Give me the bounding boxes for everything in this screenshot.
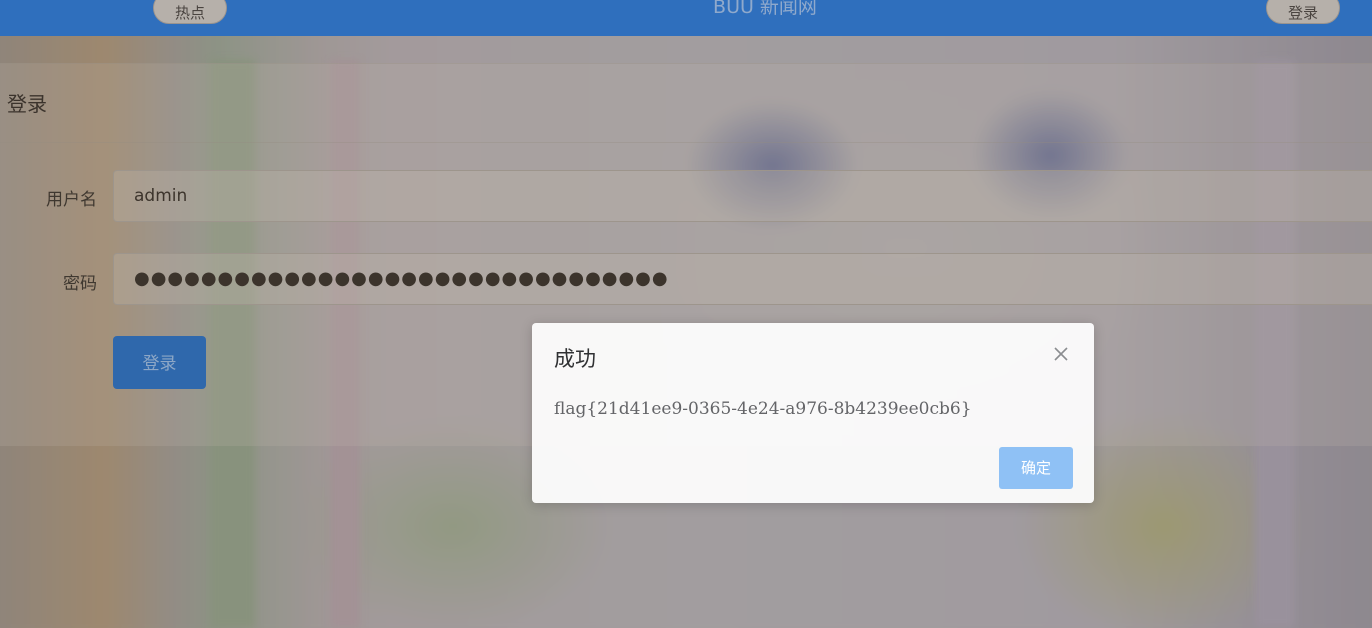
dialog-message: flag{21d41ee9-0365-4e24-a976-8b4239ee0cb… — [554, 399, 972, 419]
hot-button[interactable]: 热点 — [153, 0, 227, 24]
close-icon[interactable] — [1052, 345, 1070, 363]
success-dialog: 成功 flag{21d41ee9-0365-4e24-a976-8b4239ee… — [532, 323, 1094, 503]
password-label: 密码 — [63, 274, 97, 294]
site-title: BUU 新闻网 — [713, 0, 817, 18]
top-navbar: 热点 BUU 新闻网 登录 — [0, 0, 1372, 36]
password-input[interactable]: ●●●●●●●●●●●●●●●●●●●●●●●●●●●●●●●● — [113, 253, 1372, 305]
username-label: 用户名 — [46, 190, 97, 210]
dialog-title: 成功 — [554, 347, 596, 371]
username-input[interactable]: admin — [113, 170, 1372, 222]
login-nav-button[interactable]: 登录 — [1266, 0, 1340, 24]
username-value: admin — [134, 186, 188, 206]
login-title: 登录 — [7, 92, 47, 116]
password-value: ●●●●●●●●●●●●●●●●●●●●●●●●●●●●●●●● — [134, 268, 669, 289]
confirm-button[interactable]: 确定 — [999, 447, 1073, 489]
divider — [0, 142, 1372, 143]
page: 热点 BUU 新闻网 登录 登录 用户名 admin 密码 ●●●●●●●●●●… — [0, 0, 1372, 628]
login-submit-button[interactable]: 登录 — [113, 336, 206, 389]
